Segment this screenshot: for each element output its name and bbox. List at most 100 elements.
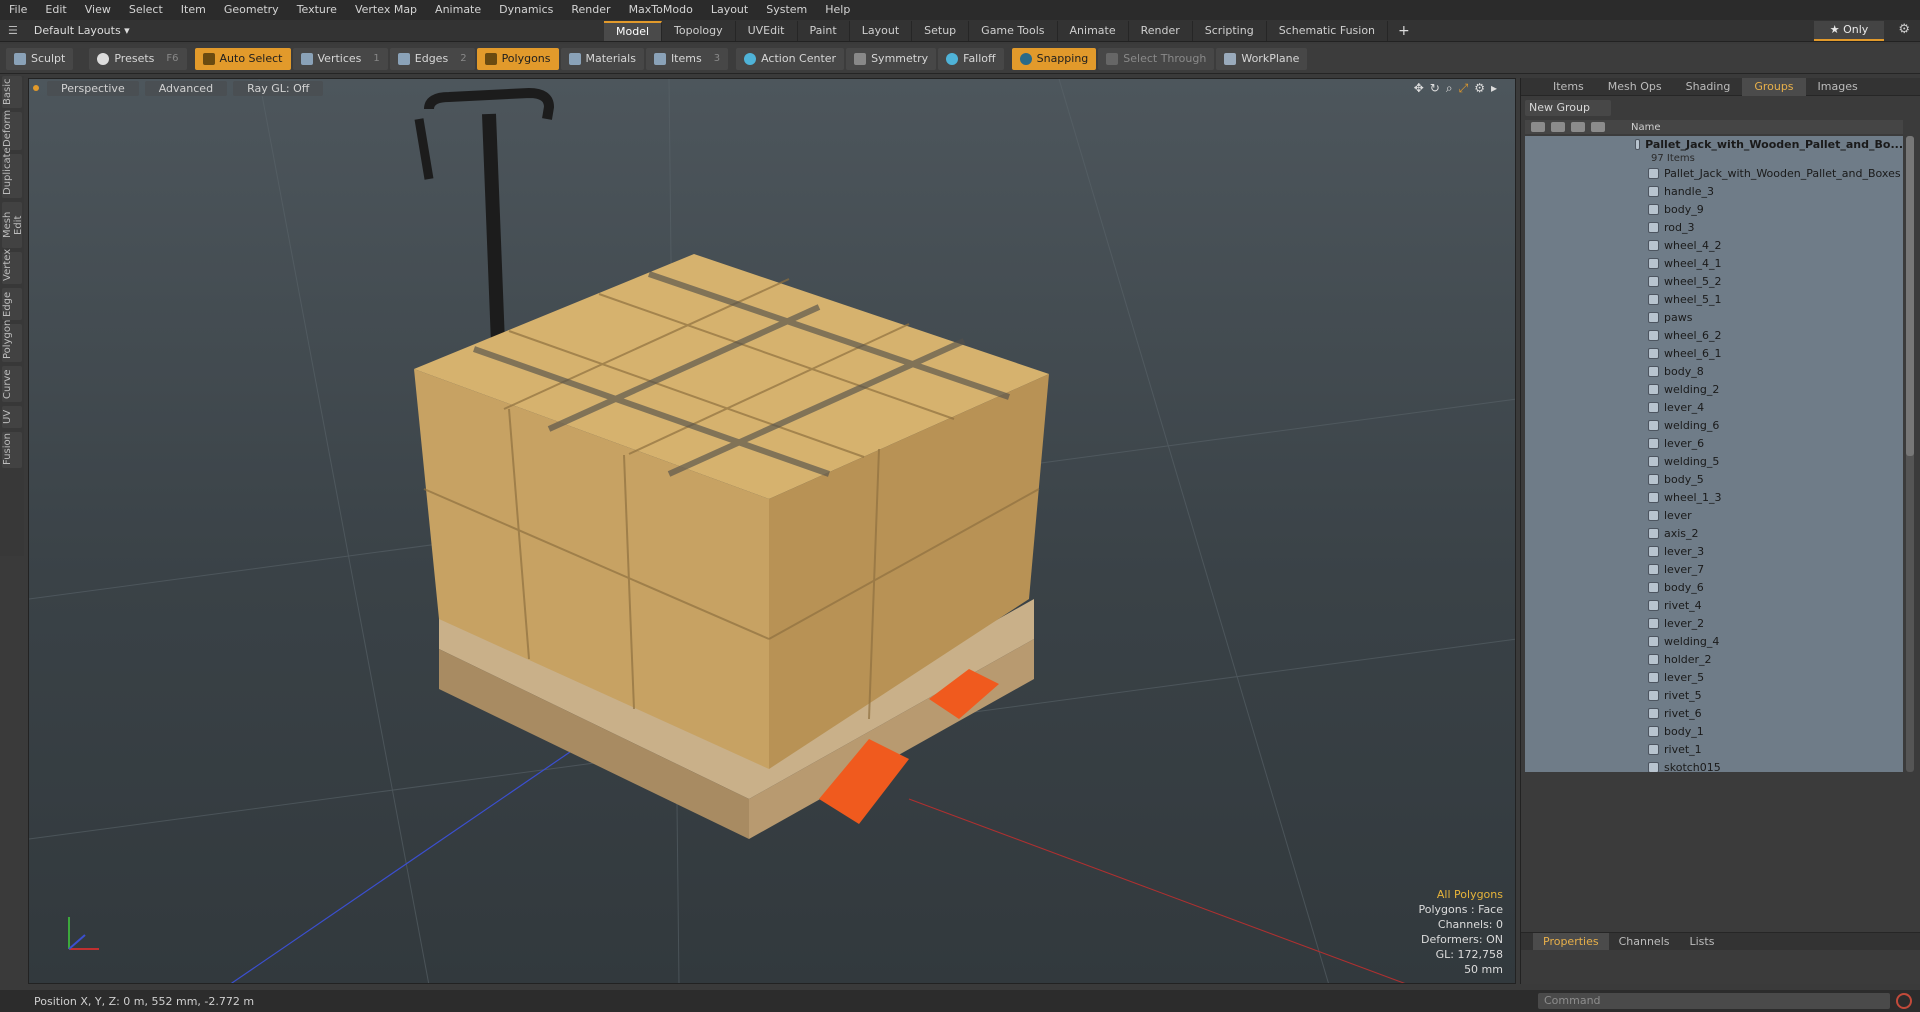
menu-geometry[interactable]: Geometry bbox=[215, 0, 288, 20]
tree-item[interactable]: wheel_5_2 bbox=[1525, 272, 1903, 290]
menu-animate[interactable]: Animate bbox=[426, 0, 490, 20]
layout-toggle-icon[interactable]: ☰ bbox=[8, 24, 18, 37]
tree-item[interactable]: lever_6 bbox=[1525, 434, 1903, 452]
layout-tab-model[interactable]: Model bbox=[604, 21, 663, 41]
tree-item[interactable]: wheel_1_3 bbox=[1525, 488, 1903, 506]
tree-scrollbar[interactable] bbox=[1906, 136, 1914, 772]
items-button[interactable]: Items 3 bbox=[645, 47, 729, 70]
panel-tab-items[interactable]: Items bbox=[1541, 78, 1596, 96]
tree-item[interactable]: body_6 bbox=[1525, 578, 1903, 596]
menu-item[interactable]: Item bbox=[172, 0, 215, 20]
menu-maxtomodo[interactable]: MaxToModo bbox=[620, 0, 702, 20]
menu-view[interactable]: View bbox=[76, 0, 120, 20]
materials-button[interactable]: Materials bbox=[560, 47, 644, 70]
tree-item[interactable]: rivet_4 bbox=[1525, 596, 1903, 614]
tool-tab-vertex[interactable]: Vertex bbox=[2, 249, 22, 284]
layout-tab-setup[interactable]: Setup bbox=[912, 21, 970, 41]
layout-tab-render[interactable]: Render bbox=[1129, 21, 1193, 41]
panel-tab-mesh-ops[interactable]: Mesh Ops bbox=[1596, 78, 1674, 96]
bottom-tab-lists[interactable]: Lists bbox=[1680, 933, 1725, 951]
tree-item[interactable]: paws bbox=[1525, 308, 1903, 326]
layout-tab-layout[interactable]: Layout bbox=[850, 21, 913, 41]
layout-selector[interactable]: Default Layouts ▾ bbox=[34, 24, 130, 37]
tree-item[interactable]: welding_5 bbox=[1525, 452, 1903, 470]
only-button[interactable]: ★ Only bbox=[1814, 21, 1884, 41]
tree-item[interactable]: wheel_4_2 bbox=[1525, 236, 1903, 254]
menu-dynamics[interactable]: Dynamics bbox=[490, 0, 562, 20]
command-input[interactable]: Command bbox=[1538, 993, 1890, 1009]
falloff-button[interactable]: Falloff bbox=[938, 47, 1004, 70]
rotate-view-icon[interactable]: ↻ bbox=[1430, 81, 1440, 96]
tree-item[interactable]: rivet_6 bbox=[1525, 704, 1903, 722]
tool-tab-duplicate[interactable]: Duplicate bbox=[2, 147, 22, 198]
render-col-icon[interactable] bbox=[1551, 122, 1565, 132]
select-through-button[interactable]: Select Through bbox=[1098, 47, 1215, 70]
tree-item[interactable]: lever_3 bbox=[1525, 542, 1903, 560]
menu-select[interactable]: Select bbox=[120, 0, 172, 20]
bottom-tab-properties[interactable]: Properties bbox=[1533, 932, 1609, 951]
tool-tab-uv[interactable]: UV bbox=[2, 406, 22, 428]
tree-item[interactable]: rivet_1 bbox=[1525, 740, 1903, 758]
tree-item[interactable]: rivet_5 bbox=[1525, 686, 1903, 704]
select-col-icon[interactable] bbox=[1591, 122, 1605, 132]
3d-viewport[interactable]: Perspective Advanced Ray GL: Off ✥ ↻ ⌕ ⤢… bbox=[28, 78, 1516, 984]
add-layout-icon[interactable]: + bbox=[1398, 23, 1410, 39]
sculpt-button[interactable]: Sculpt bbox=[6, 47, 74, 70]
command-record-icon[interactable] bbox=[1896, 993, 1912, 1009]
tree-item[interactable]: skotch015 bbox=[1525, 758, 1903, 772]
tree-item[interactable]: lever_7 bbox=[1525, 560, 1903, 578]
panel-tab-groups[interactable]: Groups bbox=[1742, 77, 1806, 96]
raygl-button[interactable]: Ray GL: Off bbox=[233, 80, 324, 96]
menu-vertex-map[interactable]: Vertex Map bbox=[346, 0, 426, 20]
viewport-more-icon[interactable]: ▸ bbox=[1491, 81, 1497, 96]
menu-render[interactable]: Render bbox=[562, 0, 619, 20]
layout-tab-animate[interactable]: Animate bbox=[1058, 21, 1129, 41]
tree-item[interactable]: wheel_6_2 bbox=[1525, 326, 1903, 344]
menu-edit[interactable]: Edit bbox=[36, 0, 75, 20]
tree-item[interactable]: welding_2 bbox=[1525, 380, 1903, 398]
workplane-button[interactable]: WorkPlane bbox=[1216, 47, 1308, 70]
layout-tab-game-tools[interactable]: Game Tools bbox=[969, 21, 1058, 41]
polygons-button[interactable]: Polygons bbox=[476, 47, 559, 70]
tree-item[interactable]: welding_6 bbox=[1525, 416, 1903, 434]
tree-item[interactable]: wheel_4_1 bbox=[1525, 254, 1903, 272]
presets-button[interactable]: Presets F6 bbox=[89, 47, 187, 70]
auto-select-button[interactable]: Auto Select bbox=[194, 47, 291, 70]
layout-tab-uvedit[interactable]: UVEdit bbox=[736, 21, 798, 41]
tool-tab-mesh-edit[interactable]: Mesh Edit bbox=[2, 202, 24, 248]
tree-item[interactable]: rod_3 bbox=[1525, 218, 1903, 236]
menu-layout[interactable]: Layout bbox=[702, 0, 757, 20]
tool-tab-polygon[interactable]: Polygon bbox=[2, 320, 22, 362]
visibility-col-icon[interactable] bbox=[1531, 122, 1545, 132]
advanced-button[interactable]: Advanced bbox=[144, 80, 228, 96]
panel-tab-images[interactable]: Images bbox=[1806, 78, 1870, 96]
tree-item[interactable]: lever_2 bbox=[1525, 614, 1903, 632]
tree-item[interactable]: welding_4 bbox=[1525, 632, 1903, 650]
tree-item[interactable]: body_8 bbox=[1525, 362, 1903, 380]
viewport-dot-icon[interactable] bbox=[33, 85, 39, 91]
tree-item[interactable]: lever_4 bbox=[1525, 398, 1903, 416]
tree-item[interactable]: wheel_6_1 bbox=[1525, 344, 1903, 362]
snapping-button[interactable]: Snapping bbox=[1011, 47, 1097, 70]
tree-root-item[interactable]: Pallet_Jack_with_Wooden_Pallet_and_Bo... bbox=[1525, 136, 1903, 152]
menu-system[interactable]: System bbox=[757, 0, 816, 20]
perspective-button[interactable]: Perspective bbox=[47, 80, 139, 96]
tool-tab-basic[interactable]: Basic bbox=[2, 76, 22, 108]
tree-item[interactable]: body_1 bbox=[1525, 722, 1903, 740]
new-group-button[interactable]: New Group bbox=[1525, 100, 1611, 116]
viewport-gear-icon[interactable]: ⚙ bbox=[1474, 81, 1485, 96]
menu-texture[interactable]: Texture bbox=[288, 0, 346, 20]
panel-tab-shading[interactable]: Shading bbox=[1674, 78, 1743, 96]
tree-item[interactable]: Pallet_Jack_with_Wooden_Pallet_and_Boxes bbox=[1525, 164, 1903, 182]
tree-item[interactable]: holder_2 bbox=[1525, 650, 1903, 668]
tool-tab-edge[interactable]: Edge bbox=[2, 288, 22, 320]
tool-tab-fusion[interactable]: Fusion bbox=[2, 432, 22, 468]
zoom-view-icon[interactable]: ⌕ bbox=[1446, 81, 1453, 96]
tree-item[interactable]: handle_3 bbox=[1525, 182, 1903, 200]
edges-button[interactable]: Edges 2 bbox=[389, 47, 475, 70]
layout-tab-topology[interactable]: Topology bbox=[662, 21, 736, 41]
tool-tab-deform[interactable]: Deform bbox=[2, 110, 22, 150]
gear-icon[interactable]: ⚙ bbox=[1898, 22, 1910, 37]
lock-col-icon[interactable] bbox=[1571, 122, 1585, 132]
bottom-tab-channels[interactable]: Channels bbox=[1609, 933, 1680, 951]
